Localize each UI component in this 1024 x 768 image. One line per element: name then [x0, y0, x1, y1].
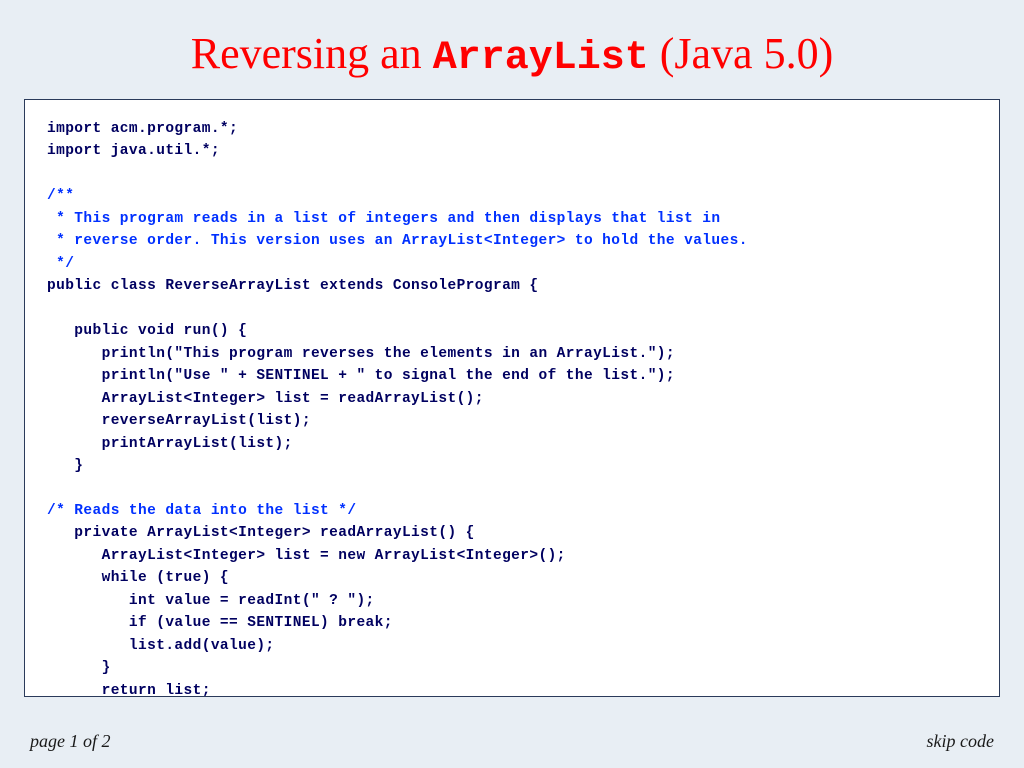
code-line: reverseArrayList(list); [47, 413, 311, 429]
code-comment: /* Reads the data into the list */ [47, 503, 356, 519]
code-line: int value = readInt(" ? "); [47, 593, 375, 609]
code-line: import java.util.*; [47, 143, 220, 159]
slide-title: Reversing an ArrayList (Java 5.0) [0, 0, 1024, 99]
code-line: return list; [47, 683, 211, 697]
code-line: private ArrayList<Integer> readArrayList… [47, 525, 475, 541]
code-comment: /** [47, 188, 74, 204]
code-line: public class ReverseArrayList extends Co… [47, 278, 538, 294]
code-line: println("Use " + SENTINEL + " to signal … [47, 368, 675, 384]
code-line: println("This program reverses the eleme… [47, 346, 675, 362]
page-indicator: page 1 of 2 [30, 731, 111, 752]
skip-code-link[interactable]: skip code [927, 731, 994, 752]
code-line: } [47, 458, 83, 474]
code-line: public void run() { [47, 323, 247, 339]
code-comment: * reverse order. This version uses an Ar… [47, 233, 748, 249]
title-mono: ArrayList [433, 36, 649, 81]
code-line: ArrayList<Integer> list = readArrayList(… [47, 391, 484, 407]
code-line: import acm.program.*; [47, 121, 238, 137]
code-comment: */ [47, 256, 74, 272]
code-comment: * This program reads in a list of intege… [47, 211, 721, 227]
footer: page 1 of 2 skip code [0, 731, 1024, 752]
code-line: } [47, 660, 111, 676]
code-line: printArrayList(list); [47, 436, 293, 452]
code-listing: import acm.program.*; import java.util.*… [47, 118, 977, 697]
title-part2: (Java 5.0) [649, 29, 834, 78]
code-line: list.add(value); [47, 638, 275, 654]
title-part1: Reversing an [191, 29, 433, 78]
code-line: while (true) { [47, 570, 229, 586]
code-container: import acm.program.*; import java.util.*… [24, 99, 1000, 697]
code-line: if (value == SENTINEL) break; [47, 615, 393, 631]
code-line: ArrayList<Integer> list = new ArrayList<… [47, 548, 566, 564]
